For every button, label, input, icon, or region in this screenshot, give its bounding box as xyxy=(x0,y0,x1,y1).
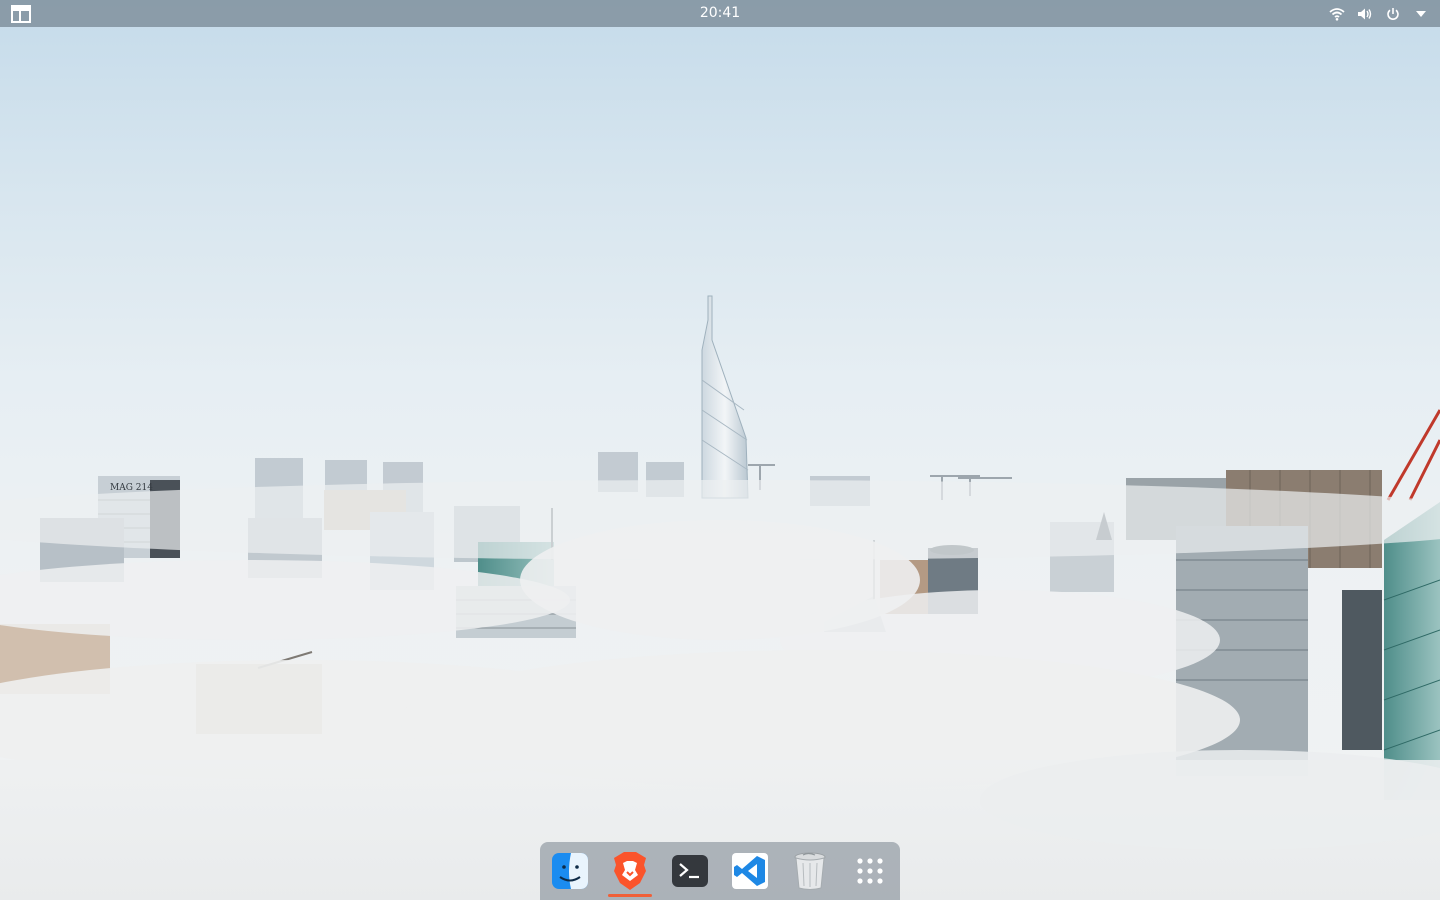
dock-item-vscode[interactable] xyxy=(726,845,774,897)
volume-icon[interactable] xyxy=(1356,5,1374,23)
dock-item-finder[interactable] xyxy=(546,845,594,897)
clock[interactable]: 20:41 xyxy=(670,0,770,27)
activities-button[interactable] xyxy=(7,3,35,24)
brave-browser-icon xyxy=(614,852,646,890)
system-tray xyxy=(1328,0,1430,27)
app-grid-icon xyxy=(857,858,883,884)
finder-icon xyxy=(552,853,588,889)
dock-item-app-grid[interactable] xyxy=(846,845,894,897)
activities-icon xyxy=(11,4,31,23)
dock-item-terminal[interactable] xyxy=(666,845,714,897)
running-indicator xyxy=(608,894,652,897)
top-panel: 20:41 xyxy=(0,0,1440,27)
dock xyxy=(540,842,900,900)
power-icon[interactable] xyxy=(1384,5,1402,23)
desktop[interactable]: MAG 214 20:41 xyxy=(0,0,1440,900)
terminal-icon xyxy=(672,855,708,887)
wallpaper: MAG 214 xyxy=(0,295,1440,900)
dock-item-brave[interactable] xyxy=(606,845,654,897)
vscode-icon xyxy=(732,853,768,889)
trash-icon xyxy=(794,852,826,890)
chevron-down-icon[interactable] xyxy=(1412,5,1430,23)
wifi-icon[interactable] xyxy=(1328,5,1346,23)
dock-item-trash[interactable] xyxy=(786,845,834,897)
